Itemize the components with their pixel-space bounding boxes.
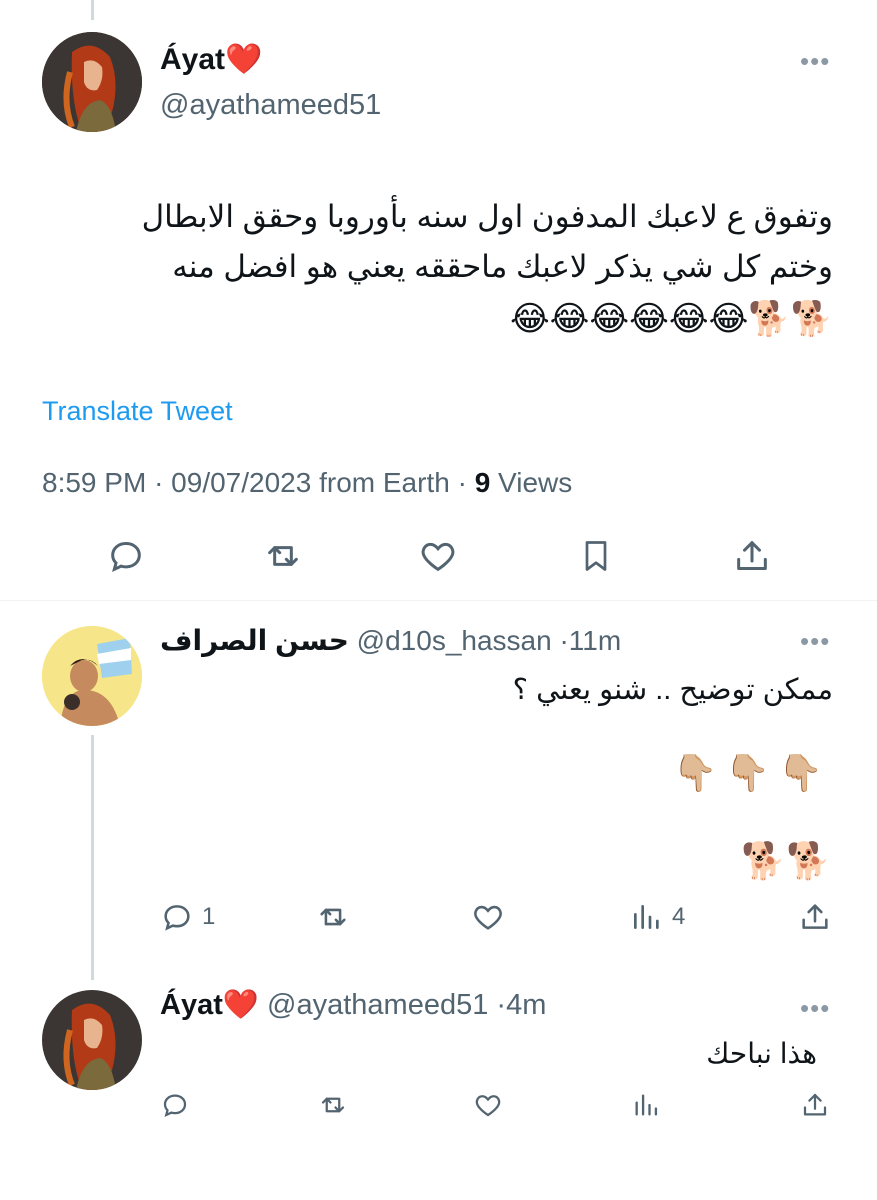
author-handle[interactable]: @ayathameed51 (267, 989, 488, 1021)
author-name[interactable]: Áyat (160, 43, 225, 76)
more-icon[interactable]: ••• (800, 995, 830, 1021)
like-icon[interactable] (470, 900, 506, 934)
share-icon[interactable] (798, 900, 832, 934)
like-icon[interactable] (417, 536, 459, 576)
heart-emoji: ❤️ (222, 989, 259, 1021)
bookmark-icon[interactable] (578, 536, 614, 576)
reply-time[interactable]: 11m (569, 625, 621, 656)
retweet-icon[interactable] (262, 536, 304, 576)
divider (0, 600, 877, 601)
reply-icon[interactable] (160, 1090, 190, 1120)
reply-count: 1 (202, 903, 216, 930)
tweet-emoji-line: 🐕🐕😂😂😂😂😂😂 (509, 300, 833, 338)
avatar-ayat[interactable] (42, 32, 142, 132)
meta-separator: · (496, 989, 507, 1021)
tweet-text-line2: وختم كل شي يذكر لاعبك ماحققه يعني هو افض… (172, 249, 833, 284)
author-name[interactable]: حسن الصراف (160, 625, 349, 656)
meta-separator: · (154, 467, 164, 498)
share-icon[interactable] (732, 536, 772, 576)
translate-tweet-link[interactable]: Translate Tweet (42, 396, 233, 427)
tweet-text: وتفوق ع لاعبك المدفون اول سنه بأوروبا وح… (33, 192, 833, 346)
more-icon[interactable]: ••• (800, 628, 830, 654)
tweet-source: from Earth (319, 467, 450, 498)
views-icon[interactable] (630, 900, 662, 934)
reply-emoji-line2: 🐕🐕 (741, 840, 831, 881)
tweet-date[interactable]: 09/07/2023 (171, 467, 311, 498)
like-icon[interactable] (473, 1090, 503, 1120)
retweet-icon[interactable] (318, 1090, 348, 1120)
more-icon[interactable]: ••• (800, 48, 830, 74)
reply-text: هذا نباحك (706, 1038, 817, 1069)
thread-line-reply (91, 735, 94, 980)
share-icon[interactable] (800, 1090, 830, 1120)
retweet-icon[interactable] (315, 900, 351, 934)
reply-icon[interactable] (160, 900, 194, 934)
views-count: 9 (474, 467, 491, 498)
views-icon[interactable] (632, 1090, 660, 1120)
views-label: Views (498, 467, 573, 498)
reply-icon[interactable] (106, 536, 146, 576)
reply-action[interactable]: 1 (160, 900, 215, 934)
reply-text: ممكن توضيح .. شنو يعني ؟ (512, 674, 833, 706)
meta-separator: · (559, 625, 569, 656)
thread-line-top (91, 0, 94, 20)
reply-time[interactable]: 4m (506, 989, 546, 1021)
author-handle[interactable]: @ayathameed51 (160, 87, 381, 123)
author-name[interactable]: Áyat (160, 989, 223, 1021)
heart-emoji: ❤️ (225, 43, 263, 76)
reply-emoji-line1: 👇🏼👇🏼👇🏼 (672, 752, 831, 793)
tweet-text-line1: وتفوق ع لاعبك المدفون اول سنه بأوروبا وح… (141, 199, 833, 234)
views-count: 4 (672, 903, 686, 930)
meta-separator: · (457, 467, 467, 498)
author-handle[interactable]: @d10s_hassan (357, 625, 552, 656)
tweet-meta: 8:59 PM · 09/07/2023 from Earth · 9 View… (42, 465, 572, 501)
avatar-hassan[interactable] (42, 626, 142, 726)
avatar-ayat[interactable] (42, 990, 142, 1090)
tweet-time[interactable]: 8:59 PM (42, 467, 146, 498)
views-action[interactable]: 4 (630, 900, 685, 934)
